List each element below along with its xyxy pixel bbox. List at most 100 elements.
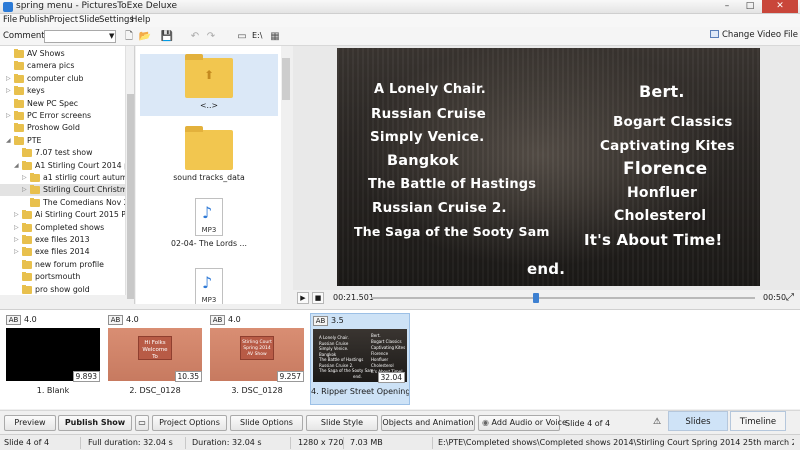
comment-dropdown-icon[interactable]: ▼ [109, 32, 114, 40]
tree-item[interactable]: ▷ exe files 2013 [0, 234, 125, 246]
warning-icon[interactable]: ⚠ [653, 417, 661, 427]
menu-project[interactable]: Project [49, 15, 78, 25]
ab-icon[interactable]: AB [313, 316, 328, 326]
expand-arrow-icon[interactable]: ▷ [6, 110, 12, 122]
menu-file[interactable]: File [3, 15, 17, 25]
tree-horizontal-scrollbar[interactable] [0, 295, 126, 304]
tree-item[interactable]: The Comedians Nov 2014 [0, 197, 134, 209]
close-button[interactable]: ✕ [762, 0, 798, 13]
play-button[interactable]: ▶ [297, 292, 309, 304]
comment-input[interactable] [44, 30, 116, 43]
folder-icon [22, 284, 32, 294]
tree-item[interactable]: camera pics [0, 60, 125, 72]
expand-arrow-icon[interactable]: ▷ [6, 73, 12, 85]
expand-arrow-icon[interactable]: ▷ [22, 184, 28, 196]
slide-4[interactable]: AB 3.5 A Lonely Chair. Russian Cruise Simp… [310, 313, 410, 405]
maximize-button[interactable]: □ [740, 0, 760, 13]
menu-text-left: Bangkok [387, 153, 459, 169]
add-audio-button[interactable]: ◉ Add Audio or Voice [478, 415, 567, 431]
redo-icon[interactable]: ↷ [204, 30, 218, 43]
tree-item[interactable]: ▷ Stirling Court Christmas 20 [0, 184, 134, 197]
window-title: spring menu - PicturesToExe Deluxe [16, 1, 178, 11]
project-options-button[interactable]: Project Options [152, 415, 227, 431]
tree-item[interactable]: ▷ keys [0, 85, 125, 97]
scrollbar-thumb[interactable] [127, 94, 134, 299]
new-project-icon[interactable]: 🗋 [122, 30, 136, 43]
thumb-text: Russian Cruise 2. [319, 362, 354, 368]
folder-icon [22, 259, 32, 269]
expand-arrow-icon[interactable]: ◢ [6, 135, 12, 147]
tree-item[interactable]: ◢ A1 Stirling Court 2014 prod [0, 160, 134, 172]
expand-arrow-icon[interactable]: ▷ [14, 246, 20, 258]
tree-item[interactable]: ◢ PTE [0, 135, 125, 147]
tree-item[interactable]: portsmouth [0, 271, 125, 283]
slide-options-button[interactable]: Slide Options [230, 415, 303, 431]
file-item-up-folder[interactable]: ⬆ <..> [140, 54, 278, 116]
tree-item[interactable]: new forum profile [0, 259, 125, 271]
undo-icon[interactable]: ↶ [188, 30, 202, 43]
file-list[interactable]: ⬆ <..> sound tracks_data ♪ MP3 02-04- The… [136, 46, 291, 304]
slide-3[interactable]: AB 4.0 Stirling Court Spring 2014 AV Sho… [208, 313, 308, 405]
expand-arrow-icon[interactable]: ▷ [6, 85, 12, 97]
open-folder-icon[interactable]: 📂 [138, 30, 152, 43]
menu-slide[interactable]: Slide [79, 15, 100, 25]
seek-knob[interactable] [533, 293, 540, 303]
menu-publish[interactable]: Publish [19, 15, 49, 25]
ab-icon[interactable]: AB [6, 315, 21, 325]
status-divider [80, 437, 81, 449]
expand-arrow-icon[interactable]: ▷ [14, 234, 20, 246]
view-mode-icon[interactable]: ▦ [268, 30, 282, 43]
tree-item[interactable]: ▷ a1 stirlig court autumn 201 [0, 172, 134, 184]
drive-label[interactable]: E:\ [252, 31, 262, 40]
ab-icon[interactable]: AB [108, 315, 123, 325]
ab-icon[interactable]: AB [210, 315, 225, 325]
tab-slides[interactable]: Slides [668, 411, 728, 431]
slide-2[interactable]: AB 4.0 Hi Folks Welcome To 10.35 2. DSC_… [106, 313, 206, 405]
scrollbar-thumb[interactable] [282, 58, 290, 100]
expand-arrow-icon[interactable]: ▷ [22, 172, 28, 184]
change-video-button[interactable]: Change Video File [710, 30, 798, 43]
save-icon[interactable]: 💾 [160, 30, 174, 43]
tree-item[interactable]: New PC Spec [0, 98, 125, 110]
tree-scrollbar[interactable] [125, 46, 134, 304]
seek-track[interactable] [371, 297, 755, 299]
thumb-text: end. [353, 374, 362, 379]
stop-button[interactable]: ■ [312, 292, 324, 304]
tab-timeline[interactable]: Timeline [730, 411, 786, 431]
expand-arrow-icon[interactable]: ▷ [14, 222, 20, 234]
tree-item[interactable]: ▷ Ai Stirling Court 2015 Produ [0, 209, 134, 221]
slideshow-icon[interactable]: ▭ [135, 415, 149, 431]
menu-text-right: Cholesterol [614, 208, 707, 224]
tree-item[interactable]: pro show gold [0, 284, 125, 296]
folder-tree[interactable]: AV Shows camera pics ▷ computer club ▷ keys Ne… [0, 46, 135, 304]
tree-item-label: Completed shows [35, 222, 105, 232]
expand-arrow-icon[interactable]: ▷ [14, 209, 20, 221]
objects-animation-button[interactable]: Objects and Animation [381, 415, 475, 431]
file-item-folder[interactable]: sound tracks_data [140, 126, 278, 186]
tree-item[interactable]: ▷ PC Error screens [0, 110, 125, 122]
toolbar: Comment ▼ 🗋 📂 💾 ↶ ↷ ▭ E:\ ▦ Change Video… [0, 27, 800, 46]
file-list-scrollbar[interactable] [281, 46, 291, 304]
file-item-mp3[interactable]: ♪ MP3 [140, 268, 278, 304]
tree-item[interactable]: ▷ Completed shows [0, 222, 125, 234]
drive-icon[interactable]: ▭ [235, 30, 249, 43]
slide-style-button[interactable]: Slide Style [306, 415, 378, 431]
menu-settings[interactable]: Settings [99, 15, 134, 25]
file-item-mp3[interactable]: ♪ MP3 02-04- The Lords ... [140, 198, 278, 254]
preview-video[interactable]: A Lonely Chair. Russian Cruise Simply Ve… [337, 48, 760, 286]
minimize-button[interactable]: – [717, 0, 737, 13]
tree-item[interactable]: 7.07 test show [0, 147, 125, 159]
expand-arrow-icon[interactable]: ◢ [14, 160, 20, 172]
menu-text-right: Florence [623, 159, 708, 179]
slide-1[interactable]: AB 4.0 9.893 1. Blank [4, 313, 104, 405]
tree-item[interactable]: ▷ computer club [0, 73, 125, 85]
tree-item[interactable]: ▷ exe files 2014 [0, 246, 125, 258]
menu-help[interactable]: Help [131, 15, 150, 25]
preview-button[interactable]: Preview [4, 415, 56, 431]
fullscreen-icon[interactable]: ⤢ [786, 292, 794, 303]
tree-item-label: new forum profile [35, 259, 104, 269]
slide-label: 1. Blank [36, 386, 70, 395]
tree-item[interactable]: Proshow Gold [0, 122, 125, 134]
tree-item[interactable]: AV Shows [0, 48, 125, 60]
publish-show-button[interactable]: Publish Show [58, 415, 132, 431]
